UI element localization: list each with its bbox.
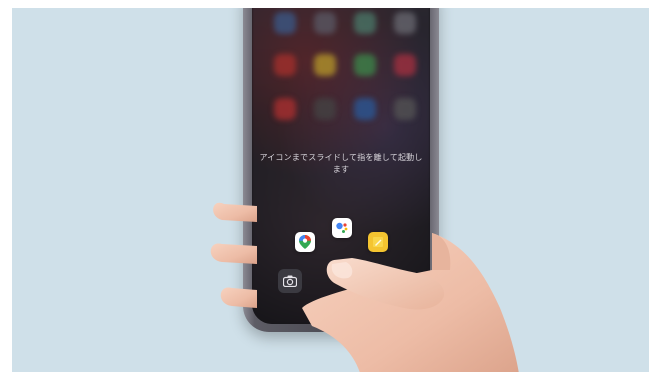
finger (220, 287, 257, 308)
finger (213, 202, 257, 222)
hand-illustration (210, 202, 519, 372)
photo-scene: アイコンまでスライドして指を離して起動します (0, 0, 661, 380)
finger-edge (432, 233, 451, 270)
finger (210, 243, 257, 264)
light-blue-background: アイコンまでスライドして指を離して起動します (12, 8, 649, 372)
